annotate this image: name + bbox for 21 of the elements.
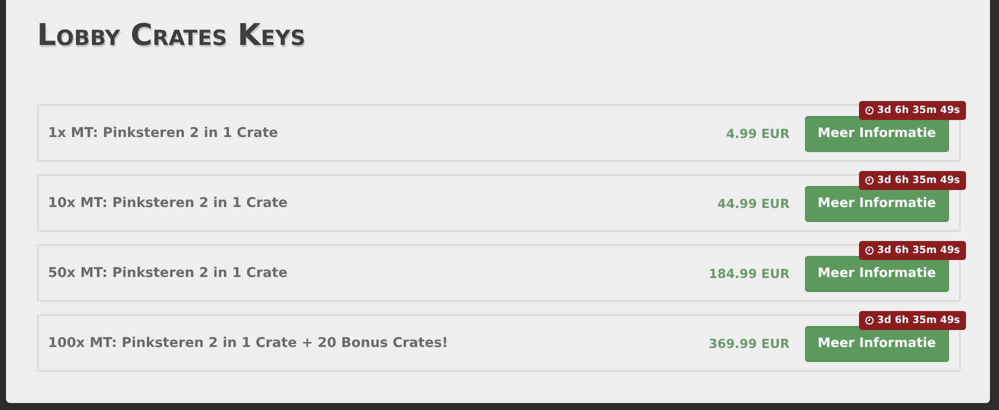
page-title: Lobby Crates Keys [37, 18, 306, 54]
timer-text: 3d 6h 35m 49s [877, 105, 960, 116]
timer-text: 3d 6h 35m 49s [877, 315, 960, 326]
product-name: 50x MT: Pinksteren 2 in 1 Crate [48, 265, 288, 281]
product-price: 184.99 EUR [708, 266, 790, 280]
clock-icon [865, 246, 874, 255]
info-button[interactable]: Meer Informatie [804, 116, 949, 152]
product-name: 100x MT: Pinksteren 2 in 1 Crate + 20 Bonus Crates! [48, 335, 450, 351]
product-name: 1x MT: Pinksteren 2 in 1 Crate [48, 125, 280, 141]
product-price: 369.99 EUR [708, 336, 790, 350]
clock-icon [865, 176, 874, 185]
product-name: 10x MT: Pinksteren 2 in 1 Crate [48, 195, 288, 211]
timer-text: 3d 6h 35m 49s [877, 175, 960, 186]
product-price: 4.99 EUR [726, 126, 790, 140]
timer-text: 3d 6h 35m 49s [877, 245, 960, 256]
info-button[interactable]: Meer Informatie [804, 186, 949, 222]
product-price: 44.99 EUR [717, 196, 790, 210]
info-button[interactable]: Meer Informatie [804, 256, 949, 292]
clock-icon [865, 316, 874, 325]
clock-icon [865, 106, 874, 115]
info-button[interactable]: Meer Informatie [804, 326, 949, 362]
